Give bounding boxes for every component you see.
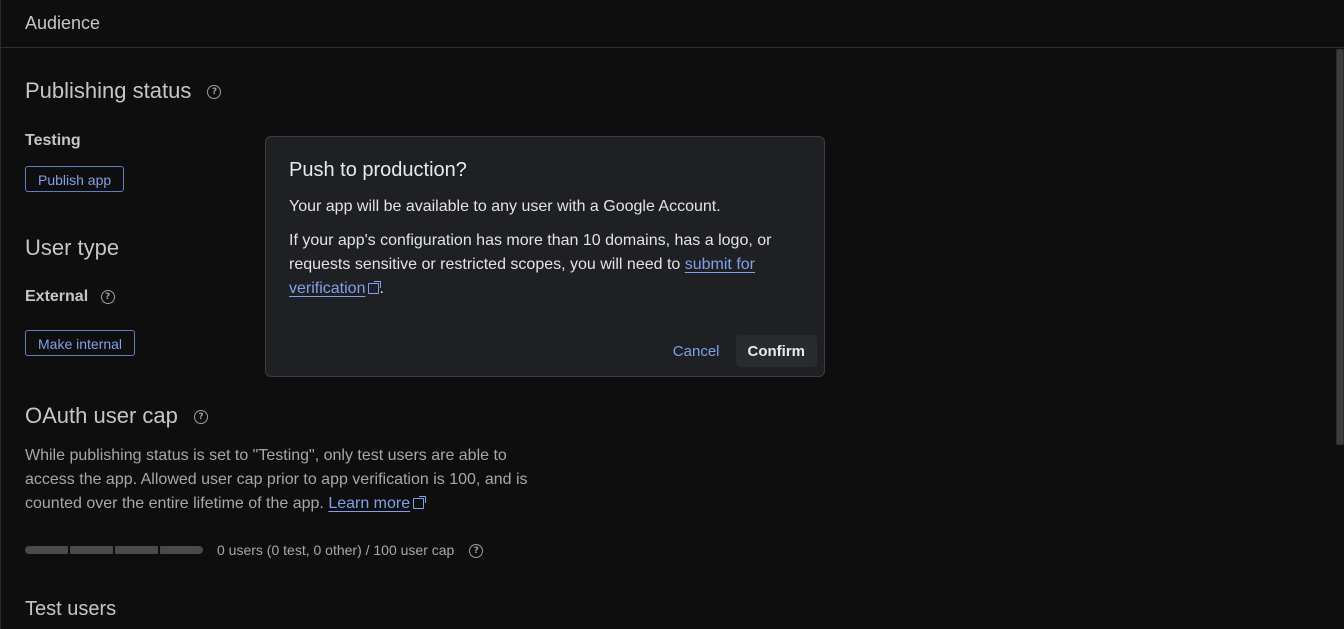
publish-app-button[interactable]: Publish app bbox=[25, 166, 125, 192]
user-cap-usage: 0 users (0 test, 0 other) / 100 user cap… bbox=[217, 542, 484, 559]
cancel-button[interactable]: Cancel bbox=[661, 335, 732, 367]
user-cap-progress-bar bbox=[25, 546, 203, 554]
progress-segment bbox=[70, 546, 113, 554]
make-internal-button[interactable]: Make internal bbox=[25, 330, 136, 356]
publishing-status-title: Publishing status bbox=[25, 78, 192, 103]
dialog-message: Your app will be available to any user w… bbox=[289, 198, 721, 215]
oauth-cap-heading: OAuth user cap ? bbox=[25, 403, 208, 429]
user-type-value: External bbox=[25, 288, 89, 305]
progress-segment bbox=[25, 546, 68, 554]
progress-segment bbox=[115, 546, 158, 554]
progress-segment bbox=[160, 546, 203, 554]
user-type-row: External ? bbox=[25, 288, 115, 306]
learn-more-link[interactable]: Learn more bbox=[328, 495, 427, 512]
user-type-title: User type bbox=[25, 235, 120, 260]
scrollbar-thumb[interactable] bbox=[1337, 49, 1343, 445]
test-users-title: Test users bbox=[25, 598, 117, 620]
help-icon[interactable]: ? bbox=[194, 410, 208, 425]
top-bar: Audience bbox=[0, 0, 1344, 48]
dialog-verification-message: If your app's configuration has more tha… bbox=[289, 229, 799, 301]
oauth-cap-description-text: While publishing status is set to "Testi… bbox=[25, 447, 528, 512]
dialog-actions: Cancel Confirm bbox=[661, 335, 817, 367]
learn-more-label: Learn more bbox=[328, 495, 411, 512]
oauth-cap-description: While publishing status is set to "Testi… bbox=[25, 444, 545, 516]
oauth-cap-title: OAuth user cap bbox=[25, 403, 178, 428]
left-border bbox=[0, 0, 1, 629]
help-icon[interactable]: ? bbox=[469, 544, 484, 559]
confirm-button[interactable]: Confirm bbox=[735, 335, 817, 367]
external-link-icon bbox=[413, 496, 427, 509]
external-link-icon bbox=[368, 281, 382, 294]
app-root: Audience Publishing status ? Testing Pub… bbox=[0, 0, 1344, 629]
publishing-status-heading: Publishing status ? bbox=[25, 78, 222, 104]
page-title: Audience bbox=[25, 13, 101, 33]
help-icon[interactable]: ? bbox=[100, 289, 115, 304]
help-icon[interactable]: ? bbox=[207, 85, 222, 100]
push-to-production-dialog: Push to production? Your app will be ava… bbox=[265, 136, 825, 377]
scrollbar[interactable] bbox=[1336, 49, 1344, 445]
dialog-title: Push to production? bbox=[289, 159, 467, 181]
publishing-status-value: Testing bbox=[25, 132, 81, 149]
user-cap-usage-text: 0 users (0 test, 0 other) / 100 user cap bbox=[217, 542, 455, 558]
